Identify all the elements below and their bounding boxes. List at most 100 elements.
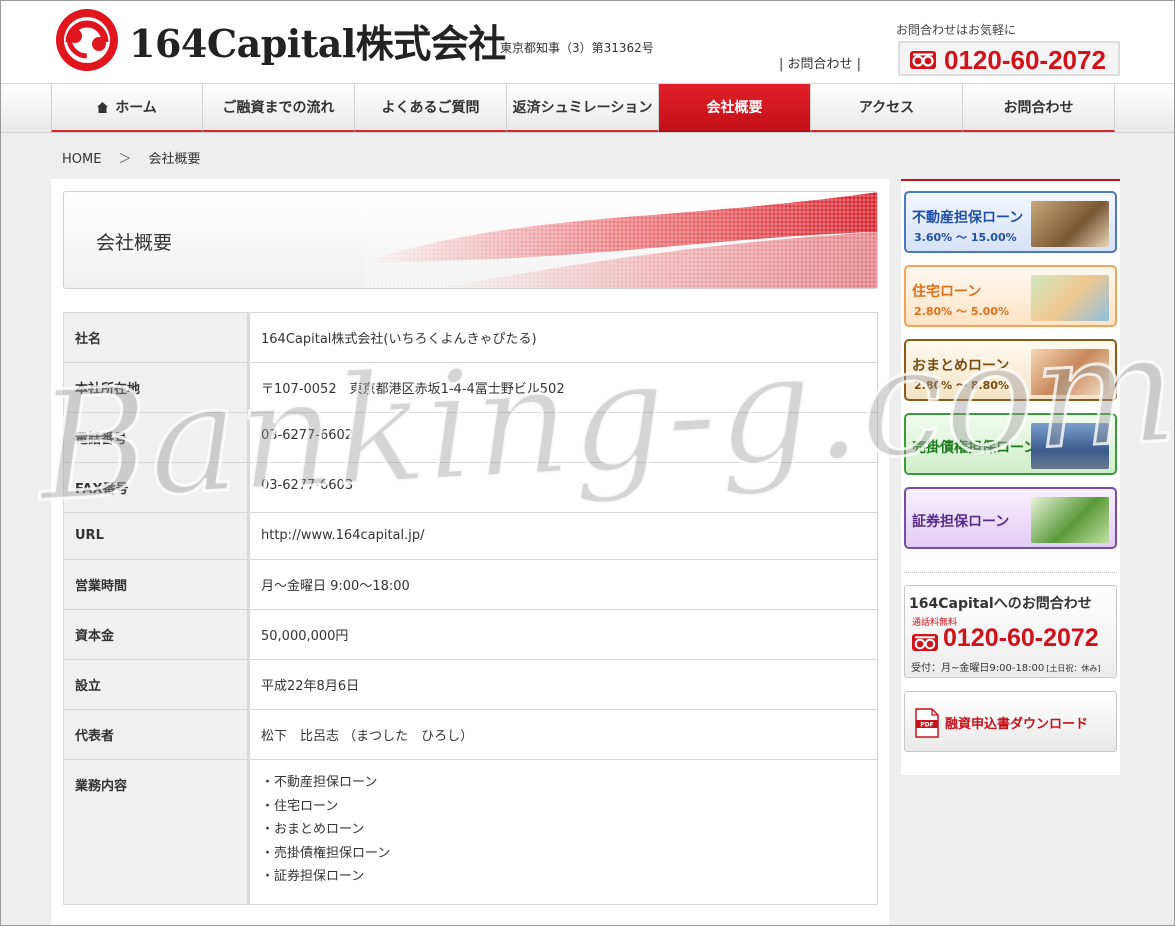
row-label: 営業時間 — [63, 559, 250, 610]
global-nav: ホーム ご融資までの流れ よくあるご質問 返済シュミレーション 会社概要 アクセ… — [1, 83, 1174, 133]
banner-title: おまとめローン — [912, 358, 1010, 374]
row-label: 設立 — [63, 659, 250, 710]
row-label: 本社所在地 — [63, 362, 250, 413]
table-row: FAX番号 03-6277-6603 — [63, 462, 878, 513]
row-value: 松下 比呂志 （まつした ひろし） — [248, 709, 878, 760]
row-value-url[interactable]: http://www.164capital.jp/ — [248, 512, 878, 560]
logo-text[interactable]: 164Capital株式会社 — [129, 13, 506, 68]
family-photo — [1031, 275, 1109, 321]
pdf-label: PDF — [920, 722, 933, 729]
page-title: 会社概要 — [96, 232, 173, 254]
list-item: ・おまとめローン — [261, 822, 365, 837]
contact-note: お問合わせはお気軽に — [896, 23, 1017, 37]
banner-real-estate-loan[interactable]: 不動産担保ローン 3.60% ～ 15.00% — [904, 191, 1117, 253]
table-row: 本社所在地 〒107-0052 東京都港区赤坂1-4-4冨士野ビル502 — [63, 362, 878, 413]
banner-housing-loan[interactable]: 住宅ローン 2.80% ～ 5.00% — [904, 265, 1117, 327]
list-item: ・売掛債権担保ローン — [261, 845, 391, 861]
row-value: 月～金曜日 9:00～18:00 — [248, 559, 878, 610]
nav-item-label: アクセス — [858, 100, 915, 116]
row-value: 164Capital株式会社(いちろくよんきゃぴたる) — [248, 312, 878, 363]
page-title-banner: 会社概要 — [63, 191, 878, 289]
main-content: 会社概要 社名 164Capital株式会社(いちろくよんきゃぴたる) 本社所在地… — [51, 179, 889, 925]
business-list: ・不動産担保ローン ・住宅ローン ・おまとめローン ・売掛債権担保ローン ・証券… — [248, 759, 878, 905]
table-row: URL http://www.164capital.jp/ — [63, 512, 878, 560]
banner-securities-loan[interactable]: 証券担保ローン — [904, 487, 1117, 549]
banner-title: 売掛債権担保ローン — [912, 440, 1038, 456]
breadcrumb-current: 会社概要 — [148, 152, 201, 167]
couple-photo — [1031, 349, 1109, 395]
header-tel-number[interactable]: 0120-60-2072 — [944, 45, 1106, 76]
table-row: 業務内容 ・不動産担保ローン ・住宅ローン ・おまとめローン ・売掛債権担保ロー… — [63, 759, 878, 905]
row-label: URL — [63, 512, 250, 560]
home-icon — [97, 101, 109, 113]
list-item: ・住宅ローン — [261, 798, 339, 814]
banner-rate: 3.60% ～ 15.00% — [914, 231, 1017, 244]
city-photo — [1031, 423, 1109, 469]
row-label: 社名 — [63, 312, 250, 363]
license-number: 東京都知事（3）第31362号 — [500, 41, 654, 55]
banner-rate: 2.80% ～ 5.00% — [914, 305, 1009, 318]
banner-rate: 2.80% ～ 8.80% — [914, 379, 1009, 392]
table-row: 設立 平成22年8月6日 — [63, 659, 878, 710]
row-label: FAX番号 — [63, 462, 250, 513]
nav-item-company[interactable]: 会社概要 — [659, 84, 811, 132]
table-row: 社名 164Capital株式会社(いちろくよんきゃぴたる) — [63, 312, 878, 363]
contact-panel-title: 164Capitalへのお問合わせ — [909, 596, 1092, 612]
row-label: 電話番号 — [63, 412, 250, 463]
row-label: 代表者 — [63, 709, 250, 760]
row-value: 平成22年8月6日 — [248, 659, 878, 710]
row-value: 03-6277-6602 — [248, 412, 878, 463]
nav-item-contact[interactable]: お問合わせ — [963, 84, 1115, 132]
contact-hours: 受付：月~金曜日9:00-18:00 [土日祝：休み] — [911, 659, 1101, 674]
nav-item-label: お問合わせ — [1003, 100, 1074, 116]
nav-item-access[interactable]: アクセス — [811, 84, 963, 132]
table-row: 代表者 松下 比呂志 （まつした ひろし） — [63, 709, 878, 760]
sidebar: 不動産担保ローン 3.60% ～ 15.00% 住宅ローン 2.80% ～ 5.… — [901, 179, 1120, 775]
list-item: ・不動産担保ローン — [261, 775, 378, 790]
nav-item-faq[interactable]: よくあるご質問 — [355, 84, 507, 132]
site-header: 164Capital株式会社 東京都知事（3）第31362号 お問合わせはお気軽… — [1, 1, 1174, 83]
nav-item-label: ご融資までの流れ — [222, 100, 335, 116]
list-item: ・証券担保ローン — [261, 869, 365, 884]
breadcrumb-separator: ＞ — [118, 152, 132, 167]
row-value: 50,000,000円 — [248, 609, 878, 660]
hours-text: 受付：月~金曜日9:00-18:00 — [911, 663, 1045, 674]
free-dial-icon — [912, 634, 938, 651]
table-row: 電話番号 03-6277-6602 — [63, 412, 878, 463]
pdf-icon: PDF — [915, 708, 939, 738]
nav-item-label: 返済シュミレーション — [512, 100, 653, 116]
download-label: 融資申込書ダウンロード — [945, 717, 1089, 732]
banner-receivables-loan[interactable]: 売掛債権担保ローン — [904, 413, 1117, 475]
download-application-button[interactable]: PDF 融資申込書ダウンロード — [904, 691, 1117, 752]
table-row: 資本金 50,000,000円 — [63, 609, 878, 660]
nav-item-label: 会社概要 — [706, 100, 763, 116]
plant-photo — [1031, 497, 1109, 543]
red-wave-graphic — [364, 192, 877, 288]
sidebar-divider — [904, 572, 1117, 573]
banner-consolidation-loan[interactable]: おまとめローン 2.80% ～ 8.80% — [904, 339, 1117, 401]
breadcrumb: HOME ＞ 会社概要 — [62, 148, 200, 167]
living-room-photo — [1031, 201, 1109, 247]
table-row: 営業時間 月～金曜日 9:00～18:00 — [63, 559, 878, 610]
contact-panel-tel[interactable]: 0120-60-2072 — [943, 624, 1099, 653]
breadcrumb-home[interactable]: HOME — [62, 152, 101, 167]
company-info-table: 社名 164Capital株式会社(いちろくよんきゃぴたる) 本社所在地 〒107-… — [63, 312, 878, 905]
nav-item-label: よくあるご質問 — [381, 100, 480, 116]
row-label: 業務内容 — [63, 759, 250, 905]
browser-frame: 164Capital株式会社 東京都知事（3）第31362号 お問合わせはお気軽… — [0, 0, 1175, 926]
free-dial-icon — [910, 51, 936, 69]
header-tel-box[interactable]: 0120-60-2072 — [898, 41, 1120, 76]
nav-item-home[interactable]: ホーム — [51, 84, 203, 132]
nav-item-label: ホーム — [115, 100, 157, 116]
closed-days: [土日祝：休み] — [1046, 664, 1101, 673]
banner-title: 住宅ローン — [912, 284, 982, 300]
logo-mark-icon — [56, 9, 118, 71]
banner-title: 証券担保ローン — [912, 514, 1010, 530]
contact-link[interactable]: | お問合わせ | — [779, 53, 861, 72]
nav-item-loan-flow[interactable]: ご融資までの流れ — [203, 84, 355, 132]
row-value: 〒107-0052 東京都港区赤坂1-4-4冨士野ビル502 — [248, 362, 878, 413]
row-label: 資本金 — [63, 609, 250, 660]
nav-item-simulation[interactable]: 返済シュミレーション — [507, 84, 659, 132]
contact-panel[interactable]: 164Capitalへのお問合わせ 通話料無料 0120-60-2072 受付：… — [904, 585, 1117, 678]
banner-title: 不動産担保ローン — [912, 210, 1024, 226]
